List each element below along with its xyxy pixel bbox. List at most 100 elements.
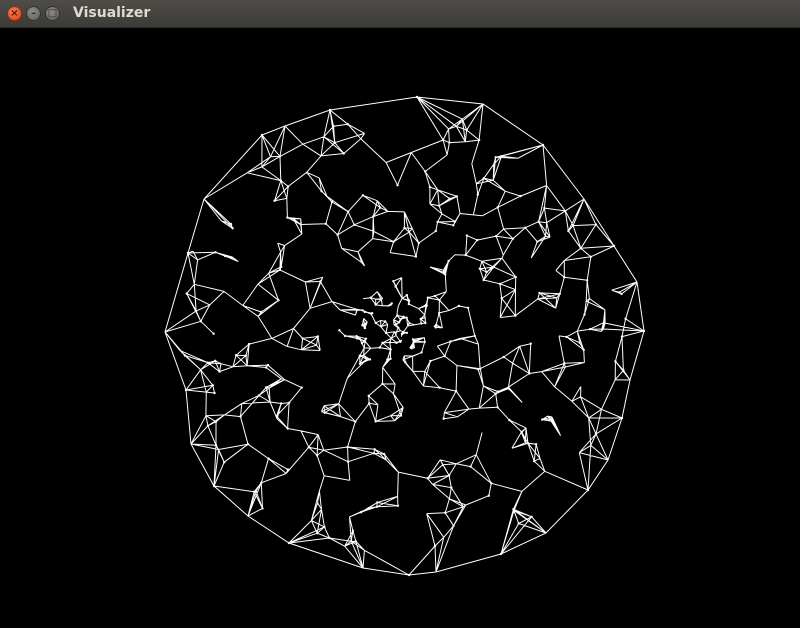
mesh-vertex — [496, 406, 499, 409]
mesh-vertex — [490, 482, 493, 485]
mesh-vertex — [278, 268, 282, 272]
mesh-vertex — [586, 279, 589, 282]
mesh-vertex — [433, 544, 437, 548]
mesh-vertex — [528, 372, 531, 375]
minimize-button[interactable]: – — [26, 6, 41, 21]
mesh-vertex — [261, 507, 264, 510]
mesh-vertex — [408, 322, 411, 325]
mesh-vertex — [482, 177, 485, 180]
mesh-vertex — [524, 226, 527, 229]
mesh-vertex — [194, 309, 198, 313]
mesh-vertex — [405, 294, 409, 297]
mesh-vertex — [350, 540, 353, 543]
mesh-vertex — [435, 323, 438, 326]
mesh-vertex — [473, 334, 476, 338]
mesh-vertex — [477, 138, 481, 142]
mesh-vertex — [594, 432, 598, 436]
mesh-vertex — [407, 299, 410, 302]
mesh-vertex — [405, 316, 408, 319]
mesh-vertex — [360, 341, 364, 345]
mesh-vertex — [402, 330, 405, 334]
mesh-vertex — [455, 195, 459, 198]
mesh-vertex — [324, 222, 327, 225]
mesh-vertex — [185, 292, 188, 295]
mesh-vertex — [466, 306, 470, 309]
mesh-vertex — [419, 317, 422, 321]
mesh-vertex — [582, 348, 585, 352]
mesh-vertex — [424, 303, 428, 306]
mesh-vertex — [543, 206, 546, 210]
mesh-vertex — [399, 340, 402, 343]
mesh-vertex — [286, 468, 290, 471]
mesh-vertex — [469, 465, 472, 468]
mesh-vertex — [323, 525, 326, 529]
mesh-vertex — [286, 427, 289, 430]
mesh-vertex — [277, 299, 280, 302]
title-bar[interactable]: × – □ Visualizer — [0, 0, 800, 28]
maximize-button[interactable]: □ — [45, 6, 60, 21]
mesh-vertex — [376, 501, 379, 504]
mesh-vertex — [211, 384, 214, 387]
mesh-vertex — [186, 251, 190, 255]
mesh-vertex — [381, 382, 384, 386]
mesh-vertex — [361, 194, 365, 197]
mesh-vertex — [454, 389, 458, 393]
mesh-vertex — [537, 220, 540, 223]
mesh-vertex — [260, 481, 263, 484]
mesh-vertex — [428, 185, 432, 189]
mesh-vertex — [412, 341, 415, 344]
mesh-vertex — [354, 420, 357, 423]
mesh-vertex — [260, 133, 264, 137]
mesh-vertex — [541, 418, 544, 421]
mesh-vertex — [354, 540, 358, 543]
mesh-vertex — [441, 138, 445, 142]
mesh-vertex — [594, 223, 598, 226]
mesh-vertex — [448, 141, 451, 144]
render-canvas[interactable] — [0, 28, 800, 628]
mesh-vertex — [239, 415, 242, 418]
mesh-vertex — [512, 508, 515, 511]
mesh-vertex — [260, 310, 263, 314]
mesh-vertex — [229, 222, 233, 226]
mesh-vertex — [407, 302, 411, 306]
mesh-vertex — [452, 224, 455, 227]
mesh-vertex — [386, 358, 389, 361]
mesh-vertex — [492, 265, 495, 269]
mesh-vertex — [280, 265, 283, 268]
mesh-vertex — [551, 420, 554, 423]
mesh-vertex — [359, 511, 363, 514]
mesh-vertex — [307, 446, 310, 449]
mesh-vertex — [363, 310, 366, 314]
mesh-vertex — [444, 511, 447, 514]
mesh-vertex — [624, 317, 627, 320]
mesh-vertex — [315, 454, 319, 457]
mesh-vertex — [320, 190, 323, 193]
mesh-vertex — [530, 515, 533, 518]
mesh-vertex — [374, 420, 377, 423]
mesh-vertex — [369, 296, 372, 299]
mesh-vertex — [346, 460, 350, 463]
mesh-vertex — [620, 292, 623, 296]
mesh-vertex — [353, 223, 356, 226]
mesh-vertex — [478, 267, 481, 270]
mesh-vertex — [378, 346, 381, 349]
mesh-vertex — [620, 416, 624, 420]
mesh-vertex — [411, 338, 415, 341]
mesh-vertex — [536, 240, 539, 243]
mesh-vertex — [563, 362, 566, 365]
mesh-vertex — [234, 354, 238, 357]
mesh-vertex — [496, 390, 500, 393]
mesh-vertex — [612, 244, 616, 248]
mesh-vertex — [565, 335, 568, 339]
mesh-vertex — [287, 401, 291, 404]
mesh-vertex — [286, 216, 289, 219]
mesh-vertex — [423, 340, 426, 344]
close-button[interactable]: × — [7, 6, 22, 21]
mesh-vertex — [448, 197, 451, 200]
mesh-vertex — [299, 223, 302, 226]
mesh-vertex — [434, 326, 437, 329]
close-icon: × — [10, 7, 19, 19]
mesh-vertex — [507, 387, 510, 390]
mesh-vertex — [541, 143, 545, 147]
mesh-vertex — [361, 324, 364, 327]
